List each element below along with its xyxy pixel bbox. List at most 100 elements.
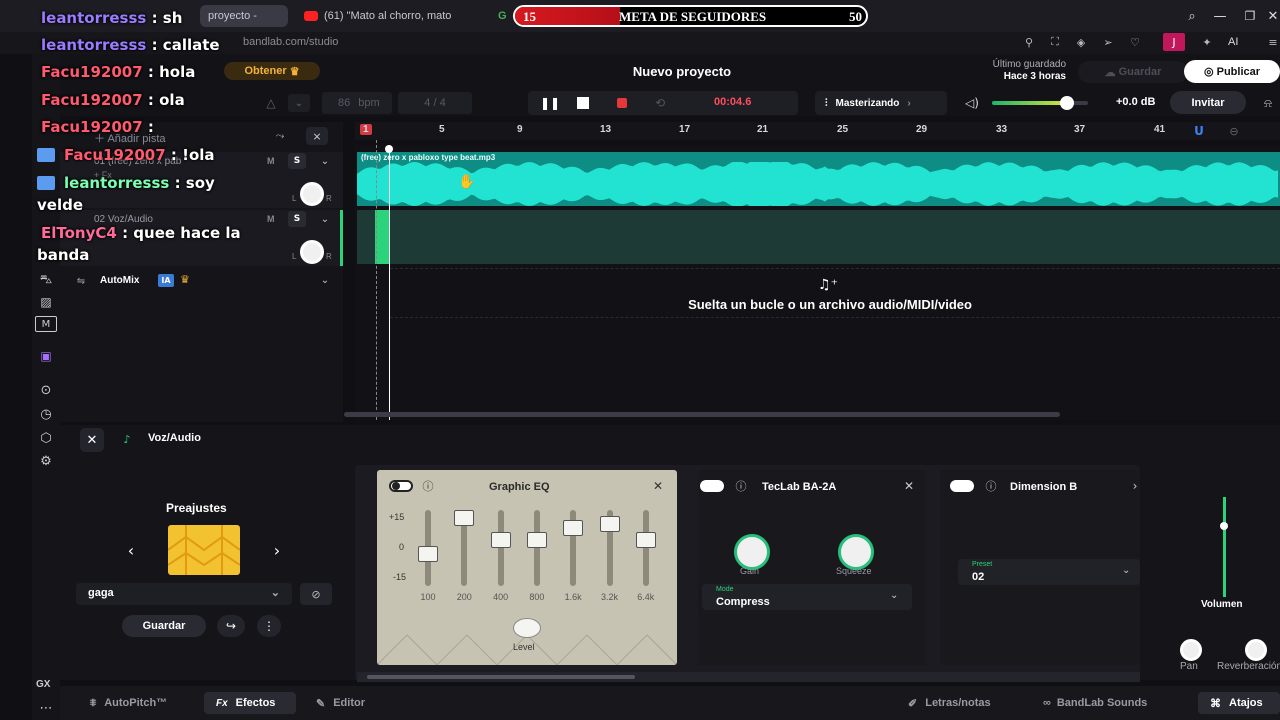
mute-button[interactable]: M	[267, 214, 275, 224]
comp-toggle[interactable]	[700, 480, 724, 492]
autopitch-tab[interactable]: ⩨ AutoPitch™	[80, 692, 200, 714]
eq-band-handle[interactable]	[526, 532, 547, 548]
heart-icon[interactable]: ♡	[1128, 35, 1142, 49]
invite-button[interactable]: Invitar	[1170, 91, 1246, 114]
upgrade-button[interactable]: Obtener ♛	[224, 62, 320, 80]
automix-row[interactable]: ⇋ AutoMix IA ♛ ⌄	[60, 272, 343, 290]
record-button[interactable]	[617, 98, 627, 108]
info-icon[interactable]: ⓘ	[421, 479, 435, 493]
preset-artwork[interactable]	[168, 525, 240, 575]
more-vert-icon[interactable]: ⋮	[257, 615, 281, 637]
collapse-icon[interactable]: ⨯	[306, 127, 328, 145]
eq-toggle[interactable]	[389, 480, 413, 492]
eq-band-handle[interactable]	[418, 546, 438, 562]
info-icon[interactable]: ⓘ	[984, 479, 998, 493]
profile-avatar[interactable]: J	[1163, 33, 1185, 51]
shield-icon[interactable]: ◈	[1074, 35, 1088, 49]
dimension-preset-select[interactable]: Preset 02 ⌄	[958, 559, 1140, 585]
gain-knob[interactable]	[734, 534, 770, 570]
master-volume-slider[interactable]	[992, 96, 1088, 110]
chevron-right-icon[interactable]: ›	[1130, 479, 1140, 493]
menu-icon[interactable]: ≡	[1266, 35, 1280, 49]
more-icon[interactable]: ⋯	[35, 700, 57, 716]
info-icon[interactable]: ⓘ	[734, 479, 748, 493]
pan-knob[interactable]	[300, 182, 324, 206]
reset-preset-icon[interactable]: ⊘	[300, 583, 332, 605]
eq-band-slider[interactable]	[642, 510, 649, 586]
minimize-icon[interactable]: —	[1212, 8, 1228, 24]
close-plugin-icon[interactable]: ✕	[902, 479, 916, 493]
chevron-down-icon[interactable]: ⌄	[318, 273, 332, 287]
automation-icon[interactable]: ⤳	[270, 128, 290, 144]
metronome-icon[interactable]: △	[262, 94, 280, 112]
squeeze-knob[interactable]	[838, 534, 874, 570]
close-panel-icon[interactable]: ✕	[80, 428, 104, 452]
twitch-icon[interactable]: ▣	[35, 348, 57, 364]
chevron-down-icon[interactable]: ⌄	[318, 212, 332, 226]
shortcuts-button[interactable]: ⌘ Atajos	[1198, 692, 1280, 714]
ai-label[interactable]: AI	[1228, 36, 1238, 48]
chevron-right-icon[interactable]: ›	[270, 541, 284, 560]
eq-band-handle[interactable]	[490, 532, 511, 548]
solo-button[interactable]: S	[288, 153, 306, 169]
zoom-out-icon[interactable]: ⊖	[1225, 123, 1243, 139]
send-icon[interactable]: ➢	[1101, 35, 1115, 49]
browser-tab-1[interactable]: proyecto -	[200, 5, 288, 27]
audio-clip[interactable]: (free) zero x pabloxo type beat.mp3 ✋	[357, 152, 1280, 206]
horizontal-scrollbar[interactable]	[344, 412, 1060, 417]
chevron-down-icon[interactable]: ⌄	[288, 94, 310, 112]
pin-icon[interactable]: ⚲	[1022, 35, 1036, 49]
bag-icon[interactable]: ⛍	[35, 272, 57, 288]
gx-label[interactable]: GX	[36, 679, 50, 690]
chevron-down-icon[interactable]: ⌄	[318, 154, 332, 168]
level-knob[interactable]	[513, 618, 541, 638]
pan-knob[interactable]	[1180, 639, 1202, 661]
stop-button[interactable]	[577, 97, 589, 109]
lyrics-button[interactable]: ✐ Letras/notas	[898, 692, 1028, 714]
volume-fader[interactable]	[1223, 497, 1226, 597]
save-preset-button[interactable]: Guardar	[122, 615, 206, 637]
mute-button[interactable]: M	[267, 156, 275, 166]
chevron-left-icon[interactable]: ‹	[124, 541, 138, 560]
play-circle-icon[interactable]: ⊙	[35, 382, 57, 398]
loop-icon[interactable]: ⟲	[650, 94, 670, 112]
eq-band-handle[interactable]	[563, 520, 584, 536]
preset-select[interactable]: gaga ⌄	[76, 583, 292, 605]
reverb-knob[interactable]	[1245, 639, 1267, 661]
eq-band-handle[interactable]	[599, 516, 620, 532]
dimension-toggle[interactable]	[950, 480, 974, 492]
browser-tab-2[interactable]: (61) "Mato al chorro, mato	[296, 5, 486, 27]
project-title[interactable]: Nuevo proyecto	[580, 64, 784, 79]
drop-zone[interactable]: ♫⁺ Suelta un bucle o un archivo audio/MI…	[390, 268, 1280, 318]
bpm-field[interactable]: 86 bpm	[322, 92, 392, 114]
eq-band-slider[interactable]	[533, 510, 540, 586]
restore-icon[interactable]: ❐	[1242, 8, 1258, 24]
close-icon[interactable]: ✕	[1266, 8, 1280, 24]
effects-scrollbar[interactable]	[357, 672, 1140, 682]
close-plugin-icon[interactable]: ✕	[651, 479, 665, 493]
magnet-icon[interactable]: U	[1190, 123, 1208, 139]
eq-band-handle[interactable]	[454, 510, 475, 526]
eq-band-handle[interactable]	[635, 532, 656, 548]
screenshot-icon[interactable]: ⛶	[1048, 35, 1062, 49]
bell-icon[interactable]: ⍾	[1258, 94, 1278, 112]
cube-icon[interactable]: ⬡	[35, 430, 57, 446]
stripes-icon[interactable]: ▨	[35, 294, 57, 310]
time-signature-field[interactable]: 4 / 4	[398, 92, 472, 114]
editor-tab[interactable]: ✎ Editor	[306, 692, 386, 714]
pan-knob[interactable]	[300, 240, 324, 264]
url-text[interactable]: bandlab.com/studio	[243, 36, 338, 48]
effects-scroll-thumb[interactable]	[367, 675, 635, 679]
timeline-ruler[interactable]: 1 5 9 13 17 21 25 29 33 37 41 U ⊖	[355, 122, 1280, 140]
save-button[interactable]: ☁ Guardar	[1078, 61, 1188, 83]
master-volume-handle[interactable]	[1059, 96, 1074, 110]
settings-icon[interactable]: ⚙	[35, 453, 57, 469]
browser-tab-3[interactable]: G	[490, 5, 512, 27]
share-icon[interactable]: ↪	[217, 615, 245, 637]
m-icon[interactable]: M	[35, 316, 57, 332]
playhead-handle[interactable]	[385, 145, 393, 153]
volume-fader-handle[interactable]	[1220, 522, 1228, 530]
recorded-clip[interactable]	[375, 210, 389, 264]
mastering-button[interactable]: ⫶ Masterizando ›	[815, 91, 947, 115]
search-icon[interactable]: ⌕	[1184, 8, 1200, 24]
